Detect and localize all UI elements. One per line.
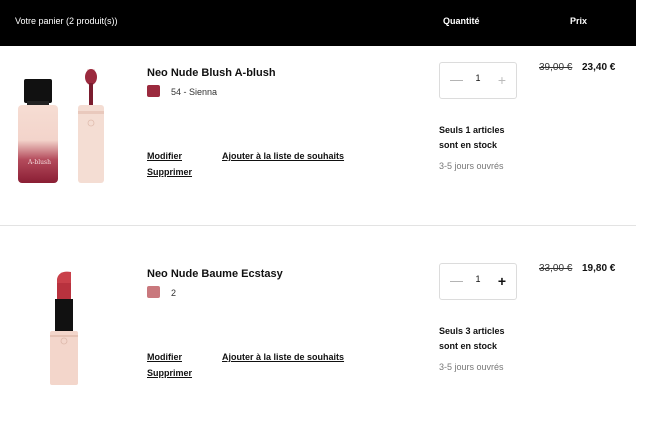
stock-line-1: Seuls 3 articles xyxy=(439,326,505,336)
increase-quantity-button[interactable]: + xyxy=(496,273,508,289)
quantity-value: 1 xyxy=(475,73,481,83)
sale-price: 19,80 € xyxy=(582,263,616,274)
decrease-quantity-button[interactable]: — xyxy=(450,273,463,289)
shade-swatch xyxy=(147,286,160,298)
price-column-header: Prix xyxy=(570,16,588,26)
modify-link[interactable]: Modifier xyxy=(147,151,182,161)
quantity-column-header: Quantité xyxy=(443,16,480,26)
add-to-wishlist-link[interactable]: Ajouter à la liste de souhaits xyxy=(222,151,344,161)
add-to-wishlist-link[interactable]: Ajouter à la liste de souhaits xyxy=(222,352,344,362)
delivery-time: 3-5 jours ouvrés xyxy=(439,362,504,372)
modify-link[interactable]: Modifier xyxy=(147,352,182,362)
shade-swatch xyxy=(147,85,160,97)
stock-line-1: Seuls 1 articles xyxy=(439,125,505,135)
decrease-quantity-button[interactable]: — xyxy=(450,72,463,88)
quantity-stepper[interactable]: — 1 + xyxy=(439,263,517,300)
remove-link[interactable]: Supprimer xyxy=(147,167,192,177)
stock-notice: Seuls 3 articles sont en stock xyxy=(439,324,529,354)
product-image-lipstick xyxy=(50,271,78,385)
quantity-value: 1 xyxy=(475,274,481,284)
cart-item: A-blush Neo Nude Blush A-blush 54 - Sien… xyxy=(0,47,636,225)
cart-header: Votre panier (2 produit(s)) Quantité Pri… xyxy=(0,0,636,46)
stock-line-2: sont en stock xyxy=(439,140,498,150)
bottle-label: A-blush xyxy=(27,159,51,166)
stock-line-2: sont en stock xyxy=(439,341,498,351)
stock-notice: Seuls 1 articles sont en stock xyxy=(439,123,529,153)
quantity-stepper[interactable]: — 1 + xyxy=(439,62,517,99)
sale-price: 23,40 € xyxy=(582,62,616,73)
item-divider xyxy=(0,225,636,226)
cart-item: Neo Nude Baume Ecstasy 2 Modifier Ajoute… xyxy=(0,247,636,425)
delivery-time: 3-5 jours ouvrés xyxy=(439,161,504,171)
original-price: 33,00 € xyxy=(539,263,573,274)
cart-title: Votre panier (2 produit(s)) xyxy=(15,16,118,26)
product-name[interactable]: Neo Nude Baume Ecstasy xyxy=(147,268,283,280)
increase-quantity-button[interactable]: + xyxy=(496,72,508,88)
shade-label: 2 xyxy=(171,288,177,298)
original-price: 39,00 € xyxy=(539,62,573,73)
shade-label: 54 - Sienna xyxy=(171,87,218,97)
remove-link[interactable]: Supprimer xyxy=(147,368,192,378)
product-name[interactable]: Neo Nude Blush A-blush xyxy=(147,67,276,79)
product-image-blush: A-blush xyxy=(18,69,104,183)
